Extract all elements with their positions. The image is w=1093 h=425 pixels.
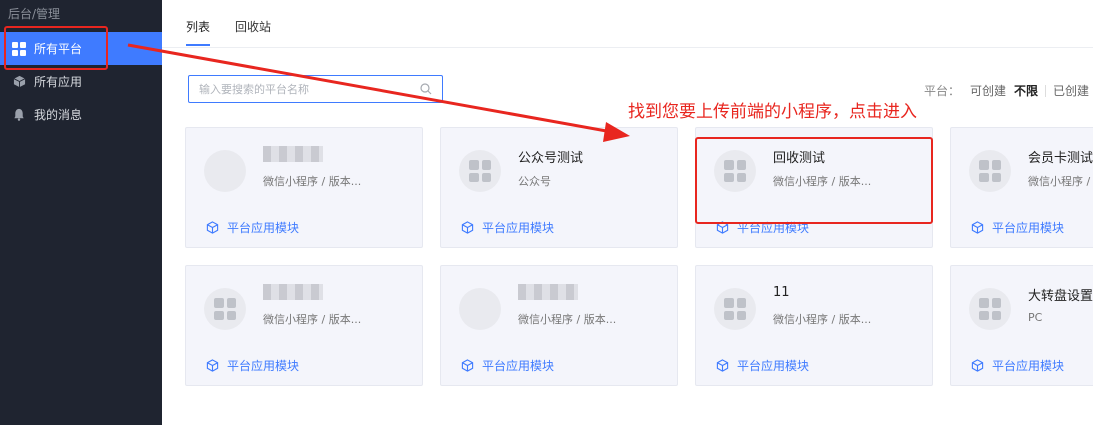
platform-title-blurred bbox=[518, 284, 578, 300]
app-grid-icon bbox=[979, 298, 1001, 320]
platform-subtitle: 微信小程序 / 版本... bbox=[773, 313, 872, 326]
app-grid-icon bbox=[724, 298, 746, 320]
cube-outline-icon bbox=[461, 359, 474, 372]
cube-outline-icon bbox=[971, 221, 984, 234]
platform-title: 会员卡测试 bbox=[1028, 151, 1093, 166]
module-label: 平台应用模块 bbox=[227, 359, 300, 373]
platform-logo bbox=[969, 288, 1011, 330]
main-content: 列表 回收站 平台： 可创建 不限 已创建 找到您要上传前端的小程序，点击进入 … bbox=[162, 0, 1093, 425]
platform-logo bbox=[204, 288, 246, 330]
platform-card[interactable]: 微信小程序 / 版本... 平台应用模块 bbox=[185, 265, 423, 386]
sidebar-item-my-messages[interactable]: 我的消息 bbox=[0, 98, 162, 131]
cube-outline-icon bbox=[971, 359, 984, 372]
platform-logo bbox=[204, 150, 246, 192]
cube-outline-icon bbox=[206, 359, 219, 372]
module-label: 平台应用模块 bbox=[737, 359, 810, 373]
platform-module-link[interactable]: 平台应用模块 bbox=[971, 219, 1064, 236]
platform-logo bbox=[459, 150, 501, 192]
platform-title-blurred bbox=[263, 284, 323, 300]
platform-logo bbox=[714, 288, 756, 330]
bell-icon bbox=[12, 108, 26, 122]
cube-icon bbox=[12, 75, 26, 89]
platform-logo bbox=[969, 150, 1011, 192]
platform-title-blurred bbox=[263, 146, 323, 162]
platform-subtitle: 公众号 bbox=[518, 175, 551, 188]
sidebar-item-label: 所有应用 bbox=[34, 75, 83, 89]
cube-outline-icon bbox=[461, 221, 474, 234]
platform-subtitle: 微信小程序 / 版本... bbox=[518, 313, 617, 326]
card-grid: 微信小程序 / 版本... 平台应用模块 公众号测试 公众号 平台应用模块 回收… bbox=[162, 0, 1093, 425]
module-label: 平台应用模块 bbox=[992, 359, 1065, 373]
app-grid-icon bbox=[469, 160, 491, 182]
platform-card[interactable]: 微信小程序 / 版本... 平台应用模块 bbox=[440, 265, 678, 386]
platform-subtitle: 微信小程序 / 版本 bbox=[1028, 175, 1093, 188]
platform-title: 大转盘设置 bbox=[1028, 289, 1093, 304]
app-grid-icon bbox=[979, 160, 1001, 182]
cube-outline-icon bbox=[716, 359, 729, 372]
platform-module-link[interactable]: 平台应用模块 bbox=[461, 357, 554, 374]
platform-card[interactable]: 公众号测试 公众号 平台应用模块 bbox=[440, 127, 678, 248]
platform-subtitle: 微信小程序 / 版本... bbox=[263, 313, 362, 326]
breadcrumb: 后台/管理 bbox=[8, 7, 61, 21]
platform-module-link[interactable]: 平台应用模块 bbox=[716, 357, 809, 374]
module-label: 平台应用模块 bbox=[482, 359, 555, 373]
sidebar-item-label: 我的消息 bbox=[34, 108, 83, 122]
platform-module-link[interactable]: 平台应用模块 bbox=[206, 219, 299, 236]
app-grid-icon bbox=[214, 298, 236, 320]
platform-subtitle: PC bbox=[1028, 311, 1043, 324]
platform-title: 11 bbox=[773, 285, 790, 300]
platform-module-link[interactable]: 平台应用模块 bbox=[206, 357, 299, 374]
highlight-box-card bbox=[695, 137, 933, 224]
platform-card[interactable]: 会员卡测试 微信小程序 / 版本 平台应用模块 bbox=[950, 127, 1093, 248]
platform-module-link[interactable]: 平台应用模块 bbox=[461, 219, 554, 236]
module-label: 平台应用模块 bbox=[482, 221, 555, 235]
platform-card[interactable]: 微信小程序 / 版本... 平台应用模块 bbox=[185, 127, 423, 248]
platform-subtitle: 微信小程序 / 版本... bbox=[263, 175, 362, 188]
cube-outline-icon bbox=[206, 221, 219, 234]
module-label: 平台应用模块 bbox=[227, 221, 300, 235]
platform-card[interactable]: 11 微信小程序 / 版本... 平台应用模块 bbox=[695, 265, 933, 386]
platform-logo bbox=[459, 288, 501, 330]
platform-card[interactable]: 大转盘设置 PC 平台应用模块 bbox=[950, 265, 1093, 386]
platform-title: 公众号测试 bbox=[518, 151, 584, 166]
platform-module-link[interactable]: 平台应用模块 bbox=[971, 357, 1064, 374]
module-label: 平台应用模块 bbox=[992, 221, 1065, 235]
highlight-box-sidebar bbox=[4, 26, 108, 70]
